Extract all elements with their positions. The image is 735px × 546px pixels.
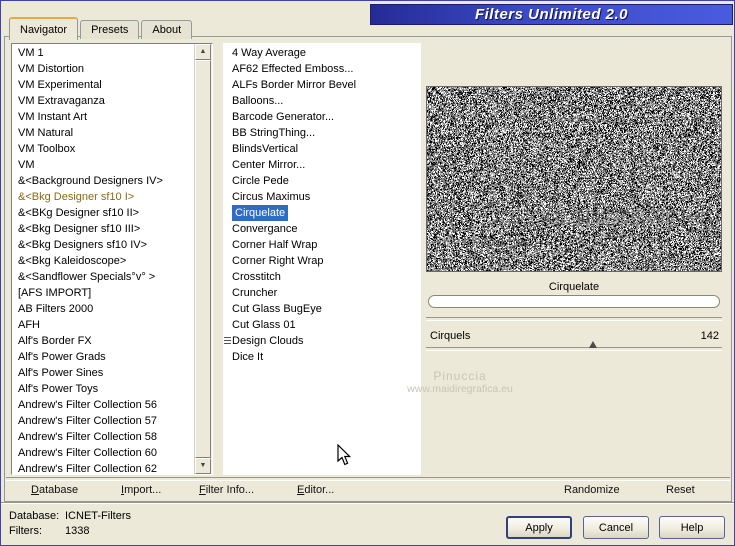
category-item[interactable]: Andrew's Filter Collection 57 — [12, 413, 195, 429]
title-bar: Filters Unlimited 2.0 — [370, 4, 733, 25]
filter-item[interactable]: Circle Pede — [223, 173, 421, 189]
cancel-button[interactable]: Cancel — [583, 516, 649, 539]
category-item[interactable]: Andrew's Filter Collection 60 — [12, 445, 195, 461]
category-list-body: VM 1 VM Distortion VM Experimental VM Extra… — [12, 45, 195, 474]
randomize-button[interactable]: Randomize — [564, 482, 620, 498]
watermark-line2: www.maidiregrafica.eu — [407, 383, 513, 395]
watermark: Pinuccia www.maidiregrafica.eu — [397, 369, 523, 395]
category-item[interactable]: Alf's Border FX — [12, 333, 195, 349]
database-button[interactable]: Database — [31, 482, 78, 498]
filter-item[interactable]: Cirquelate — [223, 205, 421, 221]
category-item[interactable]: &<Bkg Designer sf10 III> — [12, 221, 195, 237]
section-divider — [426, 317, 722, 321]
scrollbar-thumb[interactable] — [195, 60, 211, 458]
database-value: ICNET-Filters — [65, 510, 131, 522]
category-item[interactable]: AB Filters 2000 — [12, 301, 195, 317]
status-bar: Database: ICNET-Filters Filters: 1338 Ap… — [1, 502, 734, 545]
category-item[interactable]: [AFS IMPORT] — [12, 285, 195, 301]
category-item[interactable]: &<Bkg Designers sf10 IV> — [12, 237, 195, 253]
apply-button[interactable]: Apply — [506, 516, 572, 539]
filter-item[interactable]: AF62 Effected Emboss... — [223, 61, 421, 77]
help-button[interactable]: Help — [659, 516, 725, 539]
category-item[interactable]: VM Extravaganza — [12, 93, 195, 109]
filter-item[interactable]: BB StringThing... — [223, 125, 421, 141]
category-item[interactable]: VM — [12, 157, 195, 173]
tab-about[interactable]: About — [141, 20, 193, 39]
parameter-row: Cirquels 142 — [430, 329, 719, 344]
category-item[interactable]: Alf's Power Sines — [12, 365, 195, 381]
filter-item[interactable]: Center Mirror... — [223, 157, 421, 173]
category-item[interactable]: VM Toolbox — [12, 141, 195, 157]
category-scrollbar[interactable]: ▲ ▼ — [194, 44, 212, 474]
mouse-cursor-icon — [337, 444, 351, 466]
parameter-value: 142 — [700, 330, 719, 342]
category-item[interactable]: Alf's Power Grads — [12, 349, 195, 365]
window-title: Filters Unlimited 2.0 — [474, 6, 629, 23]
filter-item[interactable]: Barcode Generator... — [223, 109, 421, 125]
parameter-name: Cirquels — [430, 330, 471, 342]
filter-info-button[interactable]: Filter Info... — [199, 482, 254, 498]
database-label: Database: — [9, 510, 60, 522]
navigator-panel: VM 1 VM Distortion VM Experimental VM Extra… — [4, 36, 732, 502]
filter-item[interactable]: Corner Right Wrap — [223, 253, 421, 269]
filters-count-value: 1338 — [65, 525, 90, 537]
category-item[interactable]: VM Instant Art — [12, 109, 195, 125]
progress-bar — [428, 295, 720, 308]
filter-list: 4 Way Average AF62 Effected Emboss... ALFs… — [223, 43, 421, 475]
cirquels-slider[interactable] — [426, 341, 722, 351]
clouds-icon — [224, 337, 231, 345]
category-item[interactable]: &<Bkg Designer sf10 I> — [12, 189, 195, 205]
filter-preview-image — [426, 86, 722, 272]
filter-item[interactable]: Corner Half Wrap — [223, 237, 421, 253]
category-item[interactable]: &<Bkg Kaleidoscope> — [12, 253, 195, 269]
category-item[interactable]: VM 1 — [12, 45, 195, 61]
category-item[interactable]: Andrew's Filter Collection 58 — [12, 429, 195, 445]
category-item[interactable]: VM Natural — [12, 125, 195, 141]
import-button[interactable]: Import... — [121, 482, 161, 498]
filter-item[interactable]: Balloons... — [223, 93, 421, 109]
reset-button[interactable]: Reset — [666, 482, 695, 498]
filter-item[interactable]: Cut Glass BugEye — [223, 301, 421, 317]
toolbar-divider — [6, 477, 730, 481]
filter-item[interactable]: Convergance — [223, 221, 421, 237]
scroll-up-icon[interactable]: ▲ — [195, 44, 211, 60]
scroll-down-icon[interactable]: ▼ — [195, 458, 211, 474]
category-item[interactable]: &<Background Designers IV> — [12, 173, 195, 189]
editor-button[interactable]: Editor... — [297, 482, 334, 498]
filter-item[interactable]: Crosstitch — [223, 269, 421, 285]
filter-item[interactable]: BlindsVertical — [223, 141, 421, 157]
category-item[interactable]: &<Sandflower Specials°v° > — [12, 269, 195, 285]
category-item[interactable]: &<BKg Designer sf10 II> — [12, 205, 195, 221]
filter-item[interactable]: Dice It — [223, 349, 421, 365]
category-item[interactable]: Alf's Power Toys — [12, 381, 195, 397]
filter-item[interactable]: ALFs Border Mirror Bevel — [223, 77, 421, 93]
preview-caption: Cirquelate — [548, 281, 600, 293]
filters-count-label: Filters: — [9, 525, 42, 537]
category-item[interactable]: VM Experimental — [12, 77, 195, 93]
category-item[interactable]: Andrew's Filter Collection 56 — [12, 397, 195, 413]
filters-unlimited-dialog: Filters Unlimited 2.0 Navigator Presets … — [0, 0, 735, 546]
tab-presets[interactable]: Presets — [80, 20, 140, 39]
category-item[interactable]: AFH — [12, 317, 195, 333]
watermark-line1: Pinuccia — [433, 369, 487, 383]
category-list: VM 1 VM Distortion VM Experimental VM Extra… — [11, 43, 213, 475]
filter-item[interactable]: Cut Glass 01 — [223, 317, 421, 333]
cirquels-slider-thumb[interactable] — [588, 341, 597, 348]
filter-item[interactable]: 4 Way Average — [223, 45, 421, 61]
tab-strip: Navigator Presets About — [9, 17, 194, 40]
filter-item[interactable]: Cruncher — [223, 285, 421, 301]
tab-navigator[interactable]: Navigator — [9, 17, 79, 40]
category-item[interactable]: Andrew's Filter Collection 62 — [12, 461, 195, 474]
filter-item[interactable]: Circus Maximus — [223, 189, 421, 205]
category-item[interactable]: VM Distortion — [12, 61, 195, 77]
filter-item[interactable]: Design Clouds — [223, 333, 421, 349]
